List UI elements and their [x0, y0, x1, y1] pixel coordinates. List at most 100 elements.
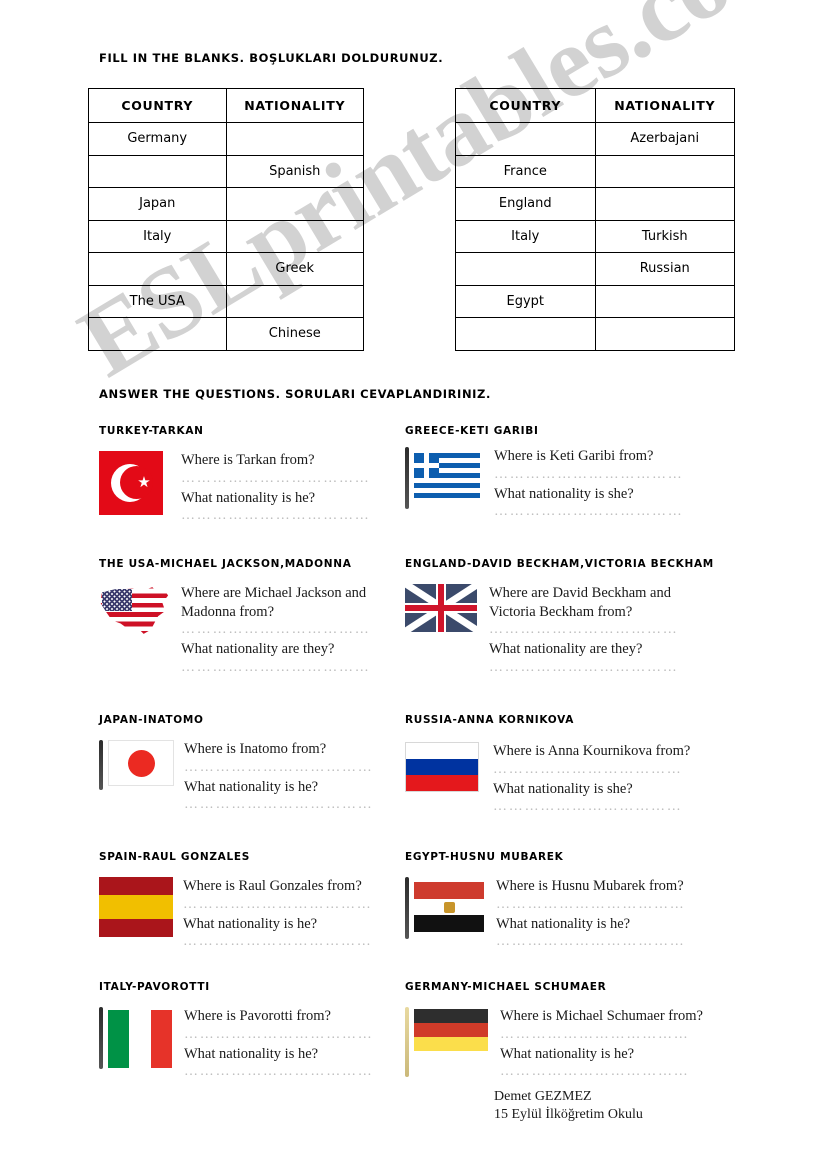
question-nationality: What nationality is he? — [496, 915, 631, 932]
cell-nationality[interactable] — [225, 284, 364, 318]
exercise-heading: ENGLAND-DAVID BECKHAM,VICTORIA BECKHAM — [405, 558, 714, 570]
question-where-from: Where is Keti Garibi from? — [494, 448, 654, 464]
question-nationality: What nationality is he? — [184, 1045, 319, 1062]
table-row: Azerbajani — [455, 122, 735, 156]
question-where-from: Where is Anna Kournikova from? — [493, 743, 691, 759]
question-nationality: What nationality is she? — [493, 780, 633, 797]
cell-country[interactable] — [455, 317, 596, 351]
cell-country[interactable]: Italy — [455, 219, 596, 253]
cell-country[interactable]: The USA — [88, 284, 227, 318]
answer-line[interactable]: ……………………………… — [500, 1064, 703, 1080]
exercise-heading: GERMANY-MICHAEL SCHUMAER — [405, 981, 607, 993]
answer-line[interactable]: ……………………………… — [494, 504, 684, 520]
question-nationality: What nationality are they? — [489, 641, 643, 658]
exercise-turkey: TURKEY-TARKAN ★ Where is Tarkan from? ……… — [99, 425, 371, 526]
table-row: Egypt — [455, 284, 735, 318]
answer-line[interactable]: ……………………………… — [500, 1027, 703, 1043]
answer-line[interactable]: ……………………………… — [489, 660, 679, 676]
exercise-heading: GREECE-KETI GARIBI — [405, 425, 539, 437]
cell-country[interactable]: Italy — [88, 219, 227, 253]
cell-country[interactable]: Japan — [88, 187, 227, 221]
cell-nationality[interactable]: Chinese — [225, 317, 364, 351]
cell-nationality[interactable] — [594, 284, 735, 318]
cell-nationality[interactable]: Azerbajani — [594, 122, 735, 156]
united-kingdom-flag — [405, 584, 477, 632]
answer-line[interactable]: ……………………………… — [489, 622, 679, 638]
cell-country[interactable]: Egypt — [455, 284, 596, 318]
question-nationality: What nationality is he? — [184, 778, 319, 795]
cell-nationality[interactable] — [594, 154, 735, 188]
answer-line[interactable]: ……………………………… — [183, 934, 373, 950]
cell-country[interactable] — [88, 317, 227, 351]
cell-country[interactable] — [455, 252, 596, 286]
author-signature: Demet GEZMEZ 15 Eylül İlköğretim Okulu — [494, 1089, 643, 1123]
exercise-spain: SPAIN-RAUL GONZALES Where is Raul Gonzal… — [99, 851, 373, 952]
table-row: The USA — [88, 284, 364, 318]
question-where-from: Where is Inatomo from? — [184, 741, 327, 757]
column-header-nationality: NATIONALITY — [225, 88, 364, 123]
table-header-row: COUNTRY NATIONALITY — [88, 88, 364, 123]
cell-nationality[interactable]: Turkish — [594, 219, 735, 253]
cell-nationality[interactable] — [594, 187, 735, 221]
cell-country[interactable]: England — [455, 187, 596, 221]
exercise-egypt: EGYPT-HUSNU MUBAREK Where is Husnu Mubar… — [405, 851, 686, 952]
answer-line[interactable]: ……………………………… — [494, 467, 684, 483]
table-row: Germany — [88, 122, 364, 156]
exercise-heading: JAPAN-INATOMO — [99, 714, 204, 726]
table-left-country-nationality: COUNTRY NATIONALITY Germany Spanish Japa… — [88, 88, 364, 351]
spain-flag — [99, 877, 173, 937]
question-nationality: What nationality is he? — [500, 1045, 635, 1062]
table-row: Japan — [88, 187, 364, 221]
cell-nationality[interactable] — [225, 122, 364, 156]
cell-nationality[interactable]: Spanish — [225, 154, 364, 188]
table-row: England — [455, 187, 735, 221]
answer-line[interactable]: ……………………………… — [184, 760, 374, 776]
table-header-row: COUNTRY NATIONALITY — [455, 88, 735, 123]
answer-line[interactable]: ……………………………… — [181, 508, 371, 524]
table-row: Italy — [88, 219, 364, 253]
cell-nationality[interactable]: Greek — [225, 252, 364, 286]
exercise-heading: EGYPT-HUSNU MUBAREK — [405, 851, 564, 863]
cell-country[interactable] — [88, 252, 227, 286]
table-row: France — [455, 154, 735, 188]
exercise-germany: GERMANY-MICHAEL SCHUMAER Where is Michae… — [405, 981, 703, 1082]
cell-nationality[interactable] — [594, 317, 735, 351]
answer-line[interactable]: ……………………………… — [181, 660, 371, 676]
question-where-from: Where is Raul Gonzales from? — [183, 878, 362, 894]
question-where-from: Where is Husnu Mubarek from? — [496, 878, 684, 894]
cell-country[interactable]: France — [455, 154, 596, 188]
answer-line[interactable]: ……………………………… — [184, 797, 374, 813]
column-header-country: COUNTRY — [455, 88, 596, 123]
answer-line[interactable]: ……………………………… — [496, 897, 686, 913]
cell-country[interactable] — [88, 154, 227, 188]
cell-country[interactable] — [455, 122, 596, 156]
answer-line[interactable]: ……………………………… — [496, 934, 686, 950]
table-row: Spanish — [88, 154, 364, 188]
japan-flag — [99, 740, 174, 790]
answer-line[interactable]: ……………………………… — [181, 471, 371, 487]
answer-line[interactable]: ……………………………… — [181, 622, 371, 638]
table-row: Russian — [455, 252, 735, 286]
answer-line[interactable]: ……………………………… — [183, 897, 373, 913]
germany-flag — [405, 1007, 488, 1077]
cell-nationality[interactable] — [225, 187, 364, 221]
answer-line[interactable]: ……………………………… — [493, 799, 690, 815]
instruction-answer-the-questions: ANSWER THE QUESTIONS. SORULARI CEVAPLAND… — [99, 387, 491, 401]
answer-line[interactable]: ……………………………… — [184, 1027, 374, 1043]
question-where-from: Where are Michael Jackson and Madonna fr… — [181, 585, 367, 620]
instruction-fill-in-the-blanks: FILL IN THE BLANKS. BOŞLUKLARI DOLDURUNU… — [99, 51, 444, 65]
cell-nationality[interactable]: Russian — [594, 252, 735, 286]
table-row: Greek — [88, 252, 364, 286]
answer-line[interactable]: ……………………………… — [493, 762, 690, 778]
exercise-heading: TURKEY-TARKAN — [99, 425, 204, 437]
exercise-greece: GREECE-KETI GARIBI Where is Keti Garibi … — [405, 425, 684, 522]
question-where-from: Where is Tarkan from? — [181, 452, 315, 468]
table-row: Chinese — [88, 317, 364, 351]
answer-line[interactable]: ……………………………… — [184, 1064, 374, 1080]
worksheet-page: ESLprintables.com FILL IN THE BLANKS. BO… — [0, 0, 821, 1169]
italy-flag — [99, 1007, 172, 1069]
question-where-from: Where is Michael Schumaer from? — [500, 1008, 703, 1024]
cell-nationality[interactable] — [225, 219, 364, 253]
cell-country[interactable]: Germany — [88, 122, 227, 156]
question-where-from: Where is Pavorotti from? — [184, 1008, 331, 1024]
